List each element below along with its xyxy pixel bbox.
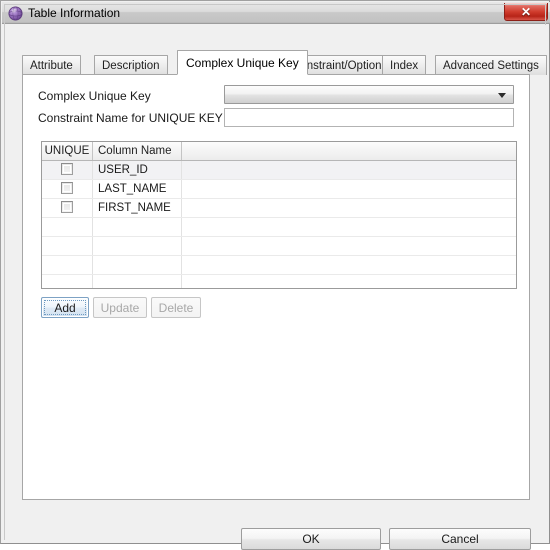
empty-cell [42,274,93,288]
checkbox-unchecked-icon[interactable] [61,181,73,194]
tab-label: Attribute [30,59,73,72]
empty-cell [92,255,182,275]
ok-button[interactable]: OK [241,528,381,550]
row-unique-checkbox-cell[interactable] [42,160,93,180]
update-button-label: Update [100,300,140,315]
database-sphere-icon [8,6,23,21]
empty-cell [42,236,93,256]
table-row[interactable]: FIRST_NAME [42,198,516,218]
table-row[interactable]: USER_ID [42,160,516,180]
tab-label: Index [390,59,419,72]
dialog-window: Table Information ✕ Attribute Descriptio… [0,0,550,550]
empty-cell [42,255,93,275]
tab-attribute[interactable]: Attribute [22,55,81,75]
constraint-name-label: Constraint Name for UNIQUE KEY [38,111,223,125]
row-spacer [181,160,516,180]
column-header-unique[interactable]: UNIQUE [42,142,93,161]
cancel-button[interactable]: Cancel [389,528,531,550]
checkbox-unchecked-icon[interactable] [61,162,73,175]
tab-panel-complex-unique-key: Complex Unique Key Constraint Name for U… [22,74,530,500]
title-bar[interactable]: Table Information ✕ [2,2,550,24]
row-column-name: FIRST_NAME [92,198,182,218]
tab-complex-unique-key[interactable]: Complex Unique Key [177,50,308,75]
tab-strip: Attribute Description Complex Unique Key… [22,50,547,75]
tab-label: Description [102,59,160,72]
delete-button: Delete [151,297,201,318]
chevron-down-icon [498,93,506,98]
delete-button-label: Delete [158,300,194,315]
tab-label: Complex Unique Key [186,55,299,70]
column-header-spacer [181,142,516,161]
close-button[interactable]: ✕ [504,3,548,21]
table-row-empty[interactable] [42,236,516,256]
dialog-body: Attribute Description Complex Unique Key… [5,25,547,550]
constraint-name-input[interactable] [224,108,514,127]
grid-header-row: UNIQUE Column Name [42,142,516,161]
empty-cell [92,236,182,256]
row-unique-checkbox-cell[interactable] [42,198,93,218]
row-spacer [181,198,516,218]
empty-cell [181,274,516,288]
table-row-empty[interactable] [42,274,516,288]
add-button[interactable]: Add [41,297,89,318]
empty-cell [92,217,182,237]
update-button: Update [93,297,147,318]
empty-cell [181,255,516,275]
empty-cell [181,236,516,256]
empty-cell [92,274,182,288]
table-row[interactable]: LAST_NAME [42,179,516,199]
table-row-empty[interactable] [42,255,516,275]
empty-cell [42,217,93,237]
window-title: Table Information [28,6,121,20]
unique-columns-grid[interactable]: UNIQUE Column Name USER_ID LAST_NAME FIR… [41,141,517,289]
complex-unique-key-label: Complex Unique Key [38,89,151,103]
table-row-empty[interactable] [42,217,516,237]
column-header-column-name[interactable]: Column Name [92,142,182,161]
empty-cell [181,217,516,237]
tab-label: Advanced Settings [443,59,539,72]
checkbox-unchecked-icon[interactable] [61,200,73,213]
tab-index[interactable]: Index [382,55,427,75]
complex-unique-key-select[interactable] [224,85,514,104]
row-column-name: USER_ID [92,160,182,180]
row-column-name: LAST_NAME [92,179,182,199]
close-icon: ✕ [520,4,532,19]
tab-description[interactable]: Description [94,55,168,75]
row-spacer [181,179,516,199]
add-button-label: Add [54,300,76,315]
tab-advanced-settings[interactable]: Advanced Settings [435,55,547,75]
row-unique-checkbox-cell[interactable] [42,179,93,199]
